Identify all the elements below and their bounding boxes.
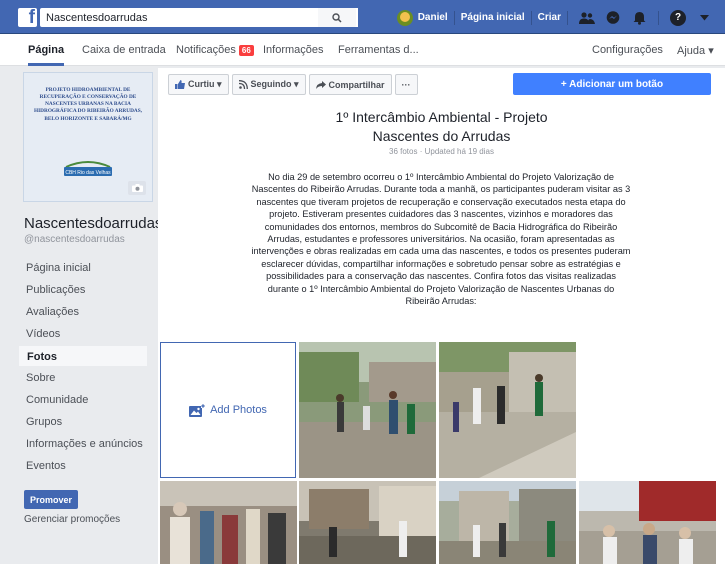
tab-label: Notificações [176,44,236,56]
tab-insights[interactable]: Informações [263,44,324,56]
share-button[interactable]: Compartilhar [308,74,392,95]
help-menu[interactable]: Ajuda ▾ [677,44,714,57]
add-photos-button[interactable]: Add Photos [160,342,296,478]
sidebar-menu: Página inicial Publicações Avaliações Ví… [18,257,152,477]
logo-text: CBH Rio das Velhas [65,170,111,176]
sidebar-item-info-and-ads[interactable]: Informações e anúncios [18,433,148,455]
album-panel: Curtiu ▾ Seguindo ▾ Compartilhar ··· + A… [158,68,725,564]
search-button[interactable] [318,8,356,27]
sidebar-item-about[interactable]: Sobre [18,367,148,389]
album-photo[interactable] [439,481,576,564]
liked-button[interactable]: Curtiu ▾ [168,74,229,95]
chevron-down-icon[interactable] [694,10,714,26]
tab-label: Ajuda ▾ [677,45,714,57]
friend-requests-icon[interactable] [577,10,597,26]
home-link[interactable]: Página inicial [461,12,525,23]
divider [453,10,455,25]
liked-label: Curtiu ▾ [188,79,222,89]
sidebar-item-photos[interactable]: Fotos [18,345,148,367]
add-photos-label: Add Photos [210,404,267,416]
album-photo[interactable] [439,342,576,478]
profile-picture[interactable]: PROJETO HIDROAMBIENTAL DE RECUPERAÇÃO E … [23,72,153,202]
sidebar-item-community[interactable]: Comunidade [18,389,148,411]
tab-inbox[interactable]: Caixa de entrada [82,44,166,56]
avatar [396,9,413,26]
sidebar-item-events[interactable]: Eventos [18,455,148,477]
tab-settings[interactable]: Configurações [592,44,663,56]
create-link[interactable]: Criar [538,12,561,23]
sidebar-item-reviews[interactable]: Avaliações [18,301,148,323]
messenger-icon[interactable] [603,10,623,26]
search-icon [332,12,342,23]
sidebar-item-videos[interactable]: Vídeos [18,323,148,345]
add-button[interactable]: + Adicionar um botão [513,73,711,95]
search-box [40,8,358,27]
user-name: Daniel [417,12,448,23]
page-handle[interactable]: @nascentesdoarrudas [18,234,152,245]
divider [567,10,568,25]
share-arrow-icon [315,80,326,89]
rss-icon [238,80,248,89]
profile-link[interactable]: Daniel [396,9,448,26]
promote-button[interactable]: Promover [24,490,78,509]
camera-icon[interactable] [128,181,146,195]
tab-publishing-tools[interactable]: Ferramentas d... [338,44,419,56]
sidebar-item-home[interactable]: Página inicial [18,257,148,279]
tab-label: Ferramentas d... [338,44,419,56]
facebook-logo-icon[interactable]: f [18,7,37,28]
tab-page[interactable]: Página [28,44,65,66]
share-label: Compartilhar [328,79,385,90]
more-options-button[interactable]: ··· [394,74,418,95]
tab-label: Página [28,44,65,56]
divider [530,10,532,25]
album-title: 1º Intercâmbio Ambiental - Projeto Nasce… [158,108,725,146]
tab-label: Configurações [592,44,663,56]
left-sidebar: PROJETO HIDROAMBIENTAL DE RECUPERAÇÃO E … [18,68,162,525]
manage-promotions-link[interactable]: Gerenciar promoções [24,514,152,525]
cbh-logo-icon: CBH Rio das Velhas [64,161,112,176]
album-photo[interactable] [299,342,436,478]
thumbs-up-icon [175,80,185,89]
page-action-bar: Curtiu ▾ Seguindo ▾ Compartilhar ··· [168,74,421,95]
album-title-line: 1º Intercâmbio Ambiental - Projeto [335,109,548,125]
top-right-nav: Daniel Página inicial Criar ? [396,8,717,27]
add-photo-icon [189,403,206,417]
tab-notifications[interactable]: Notificações 66 [176,44,254,56]
page-name[interactable]: Nascentesdoarrudas [18,215,162,232]
page-nav: Página Caixa de entrada Notificações 66 I… [0,34,725,66]
following-label: Seguindo ▾ [250,79,299,89]
sidebar-item-groups[interactable]: Grupos [18,411,148,433]
notifications-bell-icon[interactable] [629,10,649,26]
notification-count-badge: 66 [238,44,254,56]
tab-label: Informações [263,44,324,56]
album-photo[interactable] [160,481,297,564]
album-meta: 36 fotos · Updated há 19 dias [389,147,494,156]
album-photo[interactable] [579,481,716,564]
sidebar-item-posts[interactable]: Publicações [18,279,148,301]
album-description: No dia 29 de setembro ocorreu o 1º Inter… [251,172,631,307]
search-input[interactable] [40,8,320,27]
album-title-line: Nascentes do Arrudas [372,128,511,144]
profile-picture-text: PROJETO HIDROAMBIENTAL DE RECUPERAÇÃO E … [33,87,142,122]
divider [658,10,659,25]
help-icon[interactable]: ? [668,9,688,26]
top-bar: f Daniel Página inicial Criar ? [0,0,725,34]
following-button[interactable]: Seguindo ▾ [231,74,306,95]
album-photo[interactable] [299,481,436,564]
tab-label: Caixa de entrada [82,44,166,56]
